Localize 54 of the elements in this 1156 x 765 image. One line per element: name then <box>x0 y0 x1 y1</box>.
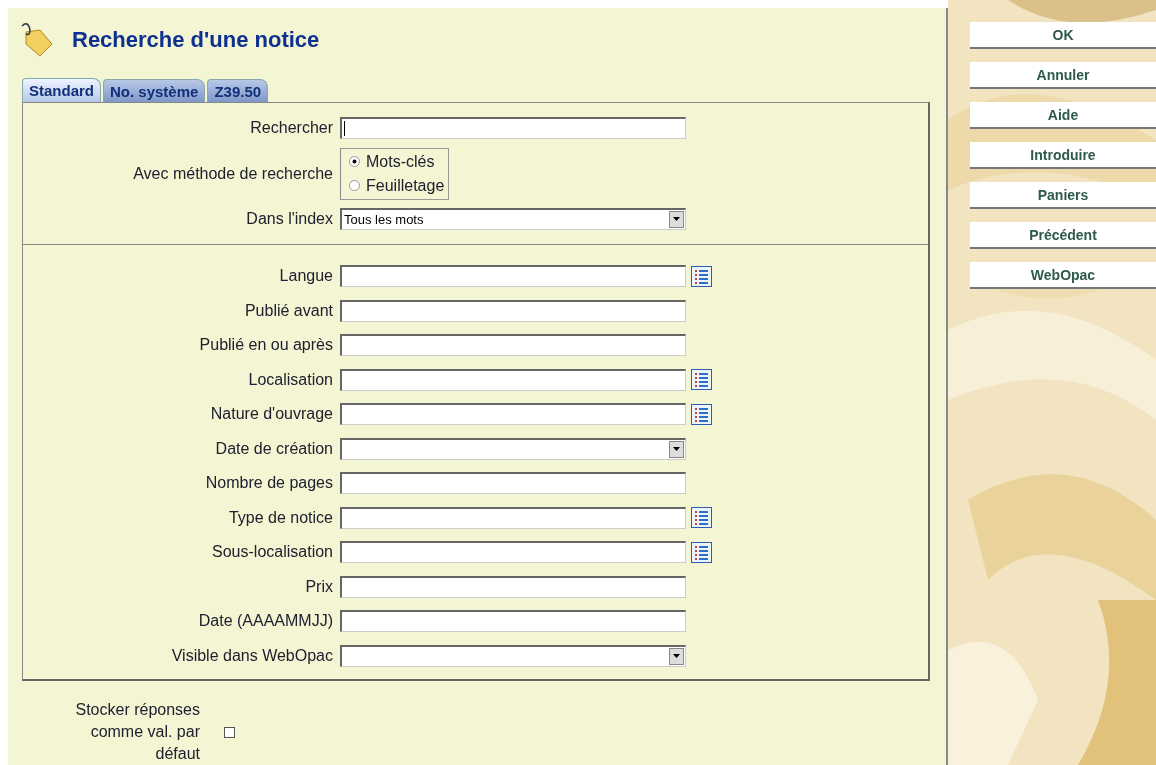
list-icon[interactable] <box>691 265 712 287</box>
action-button[interactable]: OK <box>970 22 1156 49</box>
list-icon[interactable] <box>691 541 712 563</box>
radio-label[interactable]: Feuilletage <box>366 176 445 195</box>
input-field[interactable] <box>340 117 686 140</box>
list-icon[interactable] <box>691 507 712 529</box>
tab[interactable]: No. système <box>103 79 206 102</box>
field-label: Rechercher <box>250 119 333 138</box>
input-field[interactable] <box>340 610 686 633</box>
input-field[interactable] <box>340 472 686 495</box>
dropdown[interactable] <box>340 644 686 667</box>
dropdown[interactable] <box>340 437 686 460</box>
input-field[interactable] <box>340 299 686 322</box>
field-label: Dans l'index <box>246 209 333 228</box>
action-button[interactable]: Précédent <box>970 222 1156 249</box>
action-button[interactable]: Annuler <box>970 62 1156 89</box>
input-field[interactable] <box>340 334 686 357</box>
input-field[interactable] <box>340 265 686 288</box>
field-label: Date (AAAAMMJJ) <box>198 612 333 631</box>
checkbox[interactable] <box>224 726 235 738</box>
action-button[interactable]: Aide <box>970 102 1156 129</box>
list-icon[interactable] <box>691 369 712 391</box>
list-icon[interactable] <box>691 403 712 425</box>
dropdown[interactable]: Tous les mots <box>340 207 686 230</box>
action-button[interactable]: WebOpac <box>970 262 1156 289</box>
input-field[interactable] <box>340 368 686 391</box>
field-label: Publié en ou après <box>199 336 333 355</box>
field-label: Date de création <box>215 439 333 458</box>
radio-button[interactable] <box>349 156 360 167</box>
page-title: Recherche d'une notice <box>72 27 320 53</box>
radio-label[interactable]: Mots-clés <box>366 152 435 171</box>
field-label: Publié avant <box>244 301 333 320</box>
action-button[interactable]: Paniers <box>970 182 1156 209</box>
field-label: Prix <box>305 577 333 596</box>
field-label: Langue <box>279 267 333 286</box>
store-default-label: Stocker réponses comme val. par défaut <box>74 700 200 764</box>
dropdown-arrow-icon <box>673 447 680 452</box>
input-field[interactable] <box>340 403 686 426</box>
tab[interactable]: Z39.50 <box>207 79 269 102</box>
dropdown-arrow-icon <box>673 217 680 222</box>
field-label: Sous-localisation <box>212 543 333 562</box>
field-label: Nature d'ouvrage <box>210 405 333 424</box>
field-label: Type de notice <box>228 508 333 527</box>
action-button[interactable]: Introduire <box>970 142 1156 169</box>
tab[interactable]: Standard <box>22 78 101 102</box>
dropdown-arrow-icon <box>673 654 680 659</box>
radio-button[interactable] <box>349 180 360 191</box>
input-field[interactable] <box>340 506 686 529</box>
input-field[interactable] <box>340 575 686 598</box>
field-label: Localisation <box>248 370 333 389</box>
field-label: Visible dans WebOpac <box>171 646 333 665</box>
input-field[interactable] <box>340 541 686 564</box>
field-label: Avec méthode de recherche <box>133 164 333 183</box>
field-label: Nombre de pages <box>205 474 333 493</box>
